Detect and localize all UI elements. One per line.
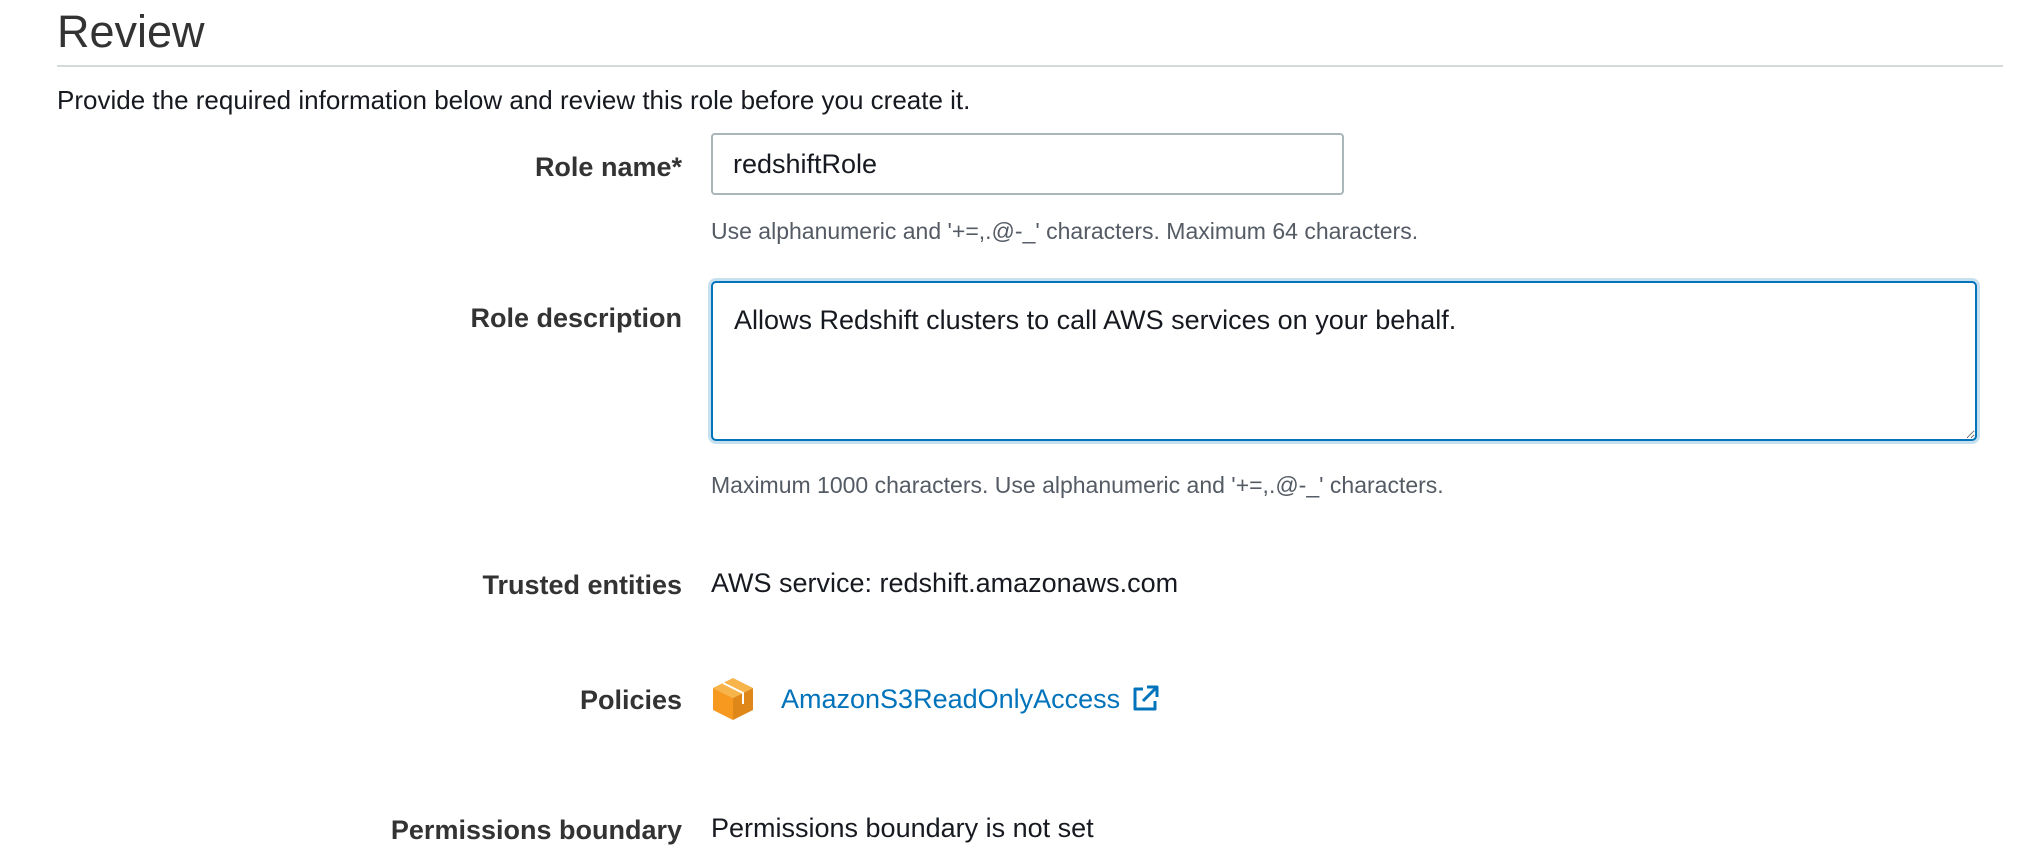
page-subtitle: Provide the required information below a… (57, 85, 971, 115)
external-link-icon[interactable] (1130, 684, 1160, 714)
page-title: Review (57, 6, 205, 57)
role-description-textarea[interactable]: Allows Redshift clusters to call AWS ser… (711, 281, 1977, 441)
policy-link-amazons3readonlyaccess[interactable]: AmazonS3ReadOnlyAccess (781, 682, 1120, 716)
policies-label: Policies (579, 685, 682, 715)
permissions-boundary-value: Permissions boundary is not set (711, 813, 1094, 843)
trusted-entities-label: Trusted entities (482, 570, 682, 600)
policy-item: AmazonS3ReadOnlyAccess (711, 676, 1160, 722)
aws-policy-cube-icon (711, 676, 755, 722)
role-description-hint: Maximum 1000 characters. Use alphanumeri… (711, 472, 1444, 498)
role-name-label: Role name* (534, 152, 682, 182)
role-name-hint: Use alphanumeric and '+=,.@-_' character… (711, 218, 1419, 244)
permissions-boundary-label: Permissions boundary (390, 815, 682, 845)
title-divider (57, 65, 2003, 67)
role-description-label: Role description (470, 303, 682, 333)
role-name-input[interactable] (711, 133, 1344, 195)
trusted-entities-value: AWS service: redshift.amazonaws.com (711, 568, 1179, 598)
